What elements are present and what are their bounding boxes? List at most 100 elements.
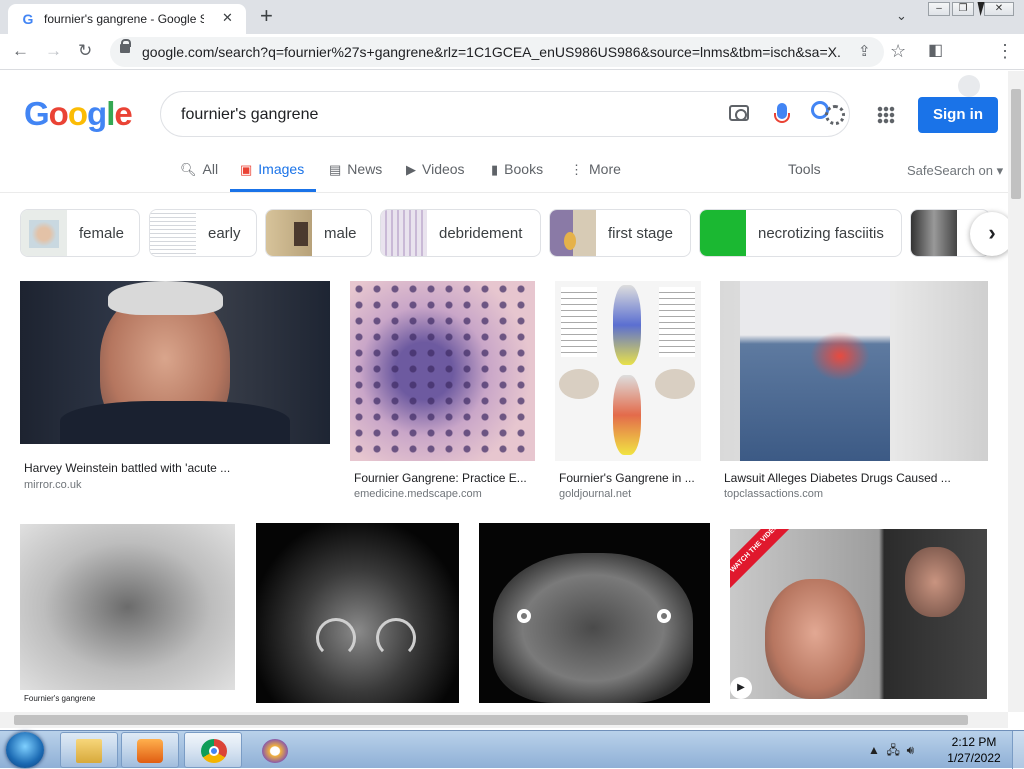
tab-title: fournier's gangrene - Google Sea — [44, 12, 204, 26]
url-text[interactable]: google.com/search?q=fournier%27s+gangren… — [142, 44, 842, 60]
chip-thumbnail — [266, 210, 312, 256]
browser-window: G fournier's gangrene - Google Sea ✕ + ⌄… — [0, 0, 1024, 730]
menu-kebab-icon[interactable]: ⋮ — [996, 42, 1014, 60]
image-result[interactable]: Harvey Weinstein battled with 'acute ...… — [20, 281, 330, 501]
result-thumbnail[interactable] — [479, 523, 710, 703]
chip-early[interactable]: early — [149, 209, 257, 257]
result-caption[interactable]: Harvey Weinstein battled with 'acute ... — [24, 461, 230, 475]
image-result[interactable]: Fournier's gangrene — [20, 524, 235, 712]
image-result[interactable]: Fournier's Gangrene in ... goldjournal.n… — [555, 281, 701, 501]
chip-thumbnail — [700, 210, 746, 256]
search-box[interactable]: fournier's gangrene — [160, 91, 850, 137]
tab-videos[interactable]: ▶ Videos — [406, 161, 465, 178]
tab-news[interactable]: ▤ News — [329, 161, 382, 178]
chip-male[interactable]: male — [265, 209, 372, 257]
microphone-icon[interactable] — [774, 103, 790, 123]
app-taskbar-button[interactable] — [246, 732, 304, 768]
google-logo[interactable]: Google — [24, 95, 133, 133]
back-button[interactable]: ← — [12, 42, 29, 60]
tab-more[interactable]: ⋮ More — [570, 161, 621, 178]
image-result[interactable] — [256, 523, 459, 703]
forward-button[interactable]: → — [45, 42, 62, 60]
chips-next-chevron-icon[interactable]: › — [970, 212, 1008, 256]
result-source[interactable]: topclassactions.com — [724, 488, 823, 500]
share-icon[interactable]: ⇪ — [858, 42, 871, 60]
google-apps-icon[interactable] — [877, 106, 895, 124]
media-player-taskbar-button[interactable] — [121, 732, 179, 768]
chip-debridement[interactable]: debridement — [380, 209, 541, 257]
google-favicon-icon: G — [22, 11, 34, 27]
clock-time: 2:12 PM — [951, 735, 997, 749]
more-vert-icon: ⋮ — [570, 162, 583, 177]
settings-gear-icon[interactable] — [825, 105, 845, 125]
result-thumbnail[interactable]: WATCH THE VIDEO ▶ — [730, 529, 987, 699]
tab-books[interactable]: ▮ Books — [491, 161, 543, 178]
tab-close-icon[interactable]: ✕ — [222, 10, 233, 26]
tools-button[interactable]: Tools — [788, 161, 821, 177]
tab-label: Images — [258, 161, 305, 177]
book-icon: ▮ — [491, 162, 499, 177]
search-input[interactable]: fournier's gangrene — [181, 106, 318, 124]
result-thumbnail[interactable] — [256, 523, 459, 703]
chip-label: male — [324, 225, 357, 242]
chip-necrotizing-fasciitis[interactable]: necrotizing fasciitis — [699, 209, 902, 257]
start-button[interactable] — [6, 732, 44, 768]
watch-video-badge: WATCH THE VIDEO — [730, 529, 794, 588]
image-result[interactable]: Lawsuit Alleges Diabetes Drugs Caused ..… — [720, 281, 988, 501]
show-desktop-button[interactable] — [1012, 731, 1024, 769]
image-result[interactable]: WATCH THE VIDEO ▶ — [730, 529, 987, 699]
result-thumbnail[interactable] — [20, 281, 330, 444]
horizontal-scroll-thumb[interactable] — [14, 715, 968, 725]
result-caption[interactable]: Fournier's Gangrene in ... — [559, 471, 695, 485]
result-thumbnail[interactable] — [20, 524, 235, 690]
result-source[interactable]: goldjournal.net — [559, 488, 631, 500]
chip-first-stage[interactable]: first stage — [549, 209, 691, 257]
image-icon: ▣ — [240, 162, 253, 177]
image-result[interactable] — [479, 523, 710, 703]
chip-thumbnail — [21, 210, 67, 256]
tab-images[interactable]: ▣ Images — [240, 161, 304, 178]
news-icon: ▤ — [329, 162, 342, 177]
result-source[interactable]: mirror.co.uk — [24, 479, 81, 491]
minimize-button[interactable]: – — [928, 2, 950, 16]
chip-thumbnail — [150, 210, 196, 256]
tab-label: All — [202, 161, 219, 177]
result-caption[interactable]: Lawsuit Alleges Diabetes Drugs Caused ..… — [724, 471, 951, 485]
address-bar[interactable]: google.com/search?q=fournier%27s+gangren… — [110, 37, 884, 67]
chip-female[interactable]: female — [20, 209, 140, 257]
horizontal-scrollbar[interactable] — [0, 712, 1008, 728]
tab-all[interactable]: 🔍︎ All — [180, 161, 218, 178]
result-thumbnail[interactable] — [350, 281, 535, 461]
close-window-button[interactable]: ✕ — [984, 2, 1014, 16]
result-caption[interactable]: Fournier's gangrene — [24, 694, 95, 703]
vertical-scroll-thumb[interactable] — [1011, 89, 1021, 199]
tab-search-chevron-icon[interactable]: ⌄ — [896, 8, 907, 24]
new-tab-button[interactable]: + — [260, 5, 273, 27]
camera-search-icon[interactable] — [729, 105, 749, 121]
explorer-taskbar-button[interactable] — [60, 732, 118, 768]
result-source[interactable]: emedicine.medscape.com — [354, 488, 482, 500]
browser-tab[interactable]: G fournier's gangrene - Google Sea ✕ — [8, 4, 246, 34]
tab-label: More — [589, 161, 621, 177]
vertical-scrollbar[interactable] — [1008, 71, 1024, 712]
reload-button[interactable]: ↻ — [78, 42, 92, 60]
safesearch-toggle[interactable]: SafeSearch on ▾ — [907, 163, 1003, 179]
image-result[interactable]: Fournier Gangrene: Practice E... emedici… — [350, 281, 535, 501]
side-panel-icon[interactable]: ◧ — [928, 42, 943, 60]
system-tray[interactable]: ▲ 🖧︎ 🔊︎ — [868, 741, 914, 762]
sign-in-button[interactable]: Sign in — [918, 97, 998, 133]
result-thumbnail[interactable] — [720, 281, 988, 461]
result-caption[interactable]: Fournier Gangrene: Practice E... — [354, 471, 527, 485]
restore-button[interactable]: ❐ — [952, 2, 974, 16]
chrome-taskbar-button[interactable] — [184, 732, 242, 768]
bookmark-star-icon[interactable]: ☆ — [890, 42, 906, 60]
search-type-tabs: 🔍︎ All ▣ Images ▤ News ▶ Videos ▮ Books ⋮ More… — [0, 155, 1008, 193]
result-thumbnail[interactable] — [555, 281, 701, 461]
lock-icon[interactable] — [120, 39, 131, 53]
tab-label: Books — [504, 161, 544, 177]
play-icon[interactable]: ▶ — [730, 677, 752, 699]
lock-app-icon — [262, 739, 288, 763]
clock[interactable]: 2:12 PM 1/27/2022 — [944, 734, 1004, 766]
chrome-icon — [201, 739, 227, 763]
tab-strip: G fournier's gangrene - Google Sea ✕ + ⌄… — [0, 0, 1024, 34]
